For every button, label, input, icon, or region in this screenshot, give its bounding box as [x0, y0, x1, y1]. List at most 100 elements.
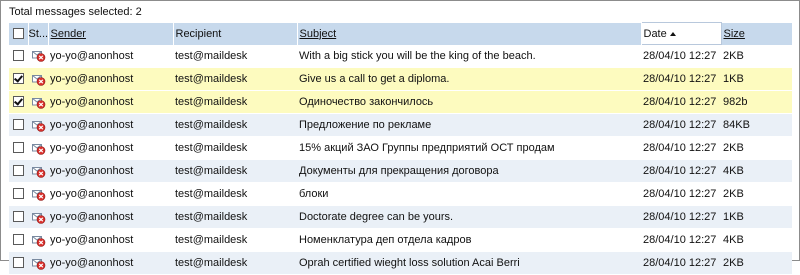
row-size: 1KB [723, 73, 744, 85]
row-subject[interactable]: Doctorate degree can be yours. [297, 206, 641, 229]
row-sender: yo-yo@anonhost [50, 257, 134, 269]
row-checkbox[interactable] [13, 73, 24, 84]
row-sender: yo-yo@anonhost [50, 165, 134, 177]
row-select-cell[interactable] [9, 45, 28, 68]
row-status-cell [28, 160, 48, 183]
table-row[interactable]: yo-yo@anonhost test@maildesk Doctorate d… [9, 205, 792, 229]
table-row[interactable]: yo-yo@anonhost test@maildesk Одиночество… [9, 90, 792, 114]
row-status-cell [28, 206, 48, 229]
row-recipient: test@maildesk [175, 96, 248, 108]
row-status-cell [28, 45, 48, 68]
row-recipient: test@maildesk [175, 49, 248, 62]
row-checkbox[interactable] [13, 165, 24, 176]
row-checkbox[interactable] [13, 188, 24, 199]
row-sender: yo-yo@anonhost [50, 119, 134, 131]
sort-by-subject-link[interactable]: Subject [300, 28, 337, 40]
column-size[interactable]: Size [721, 22, 793, 45]
row-select-cell[interactable] [9, 160, 28, 183]
table-row[interactable]: yo-yo@anonhost test@maildesk Предложение… [9, 113, 792, 137]
table-row[interactable]: yo-yo@anonhost test@maildesk Документы д… [9, 159, 792, 183]
table-row[interactable]: yo-yo@anonhost test@maildesk блоки 28/04… [9, 182, 792, 206]
row-size: 982b [723, 96, 748, 108]
row-subject[interactable]: Oprah certified wieght loss solution Aca… [297, 252, 641, 275]
row-select-cell[interactable] [9, 252, 28, 275]
row-select-cell[interactable] [9, 91, 28, 114]
sort-by-sender-link[interactable]: Sender [51, 28, 86, 40]
message-list-panel: Total messages selected: 2 St... Sender … [0, 0, 800, 275]
row-subject[interactable]: Предложение по рекламе [297, 114, 641, 137]
unread-status-icon [32, 189, 46, 204]
message-table: St... Sender Recipient Subject Date Size… [9, 22, 793, 275]
selection-summary: Total messages selected: 2 [9, 6, 142, 18]
row-status-cell [28, 252, 48, 275]
row-sender: yo-yo@anonhost [50, 188, 134, 200]
unread-status-icon [32, 97, 46, 112]
row-size: 84KB [723, 119, 750, 131]
row-size: 4KB [723, 165, 744, 177]
table-row[interactable]: yo-yo@anonhost test@maildesk With a big … [9, 44, 792, 68]
unread-status-icon [32, 143, 46, 158]
row-checkbox[interactable] [13, 119, 24, 130]
row-subject[interactable]: Give us a call to get a diploma. [297, 68, 641, 91]
sort-by-date-label[interactable]: Date [644, 28, 667, 40]
row-subject[interactable]: With a big stick you will be the king of… [297, 45, 641, 68]
table-row[interactable]: yo-yo@anonhost test@maildesk Give us a c… [9, 67, 792, 91]
sort-by-size-link[interactable]: Size [724, 28, 745, 40]
select-all-checkbox[interactable] [13, 27, 24, 39]
row-subject[interactable]: блоки [297, 183, 641, 206]
row-sender: yo-yo@anonhost [50, 49, 134, 62]
row-date: 28/04/10 12:27 [643, 96, 717, 108]
row-recipient: test@maildesk [175, 165, 248, 177]
table-row[interactable]: yo-yo@anonhost test@maildesk Номенклатур… [9, 228, 792, 252]
row-select-cell[interactable] [9, 206, 28, 229]
row-date: 28/04/10 12:27 [643, 234, 717, 246]
row-recipient: test@maildesk [175, 257, 248, 269]
row-select-cell[interactable] [9, 183, 28, 206]
row-status-cell [28, 137, 48, 160]
row-checkbox[interactable] [13, 234, 24, 245]
sort-ascending-icon [669, 31, 676, 36]
table-header-row: St... Sender Recipient Subject Date Size [9, 22, 793, 45]
row-date: 28/04/10 12:27 [643, 119, 717, 131]
row-sender: yo-yo@anonhost [50, 211, 134, 223]
row-checkbox[interactable] [13, 142, 24, 153]
row-select-cell[interactable] [9, 68, 28, 91]
row-date: 28/04/10 12:27 [643, 50, 717, 62]
row-recipient: test@maildesk [175, 73, 248, 85]
row-sender: yo-yo@anonhost [50, 234, 134, 246]
row-checkbox[interactable] [13, 96, 24, 107]
column-sender[interactable]: Sender [48, 22, 174, 45]
row-recipient: test@maildesk [175, 188, 248, 200]
row-checkbox[interactable] [13, 49, 24, 61]
row-select-cell[interactable] [9, 137, 28, 160]
row-size: 2KB [723, 188, 744, 200]
row-size: 2KB [723, 142, 744, 154]
row-status-cell [28, 68, 48, 91]
row-size: 2KB [723, 257, 744, 269]
row-date: 28/04/10 12:27 [643, 165, 717, 177]
row-recipient: test@maildesk [175, 119, 248, 131]
row-subject[interactable]: Документы для прекращения договора [297, 160, 641, 183]
row-checkbox[interactable] [13, 257, 24, 268]
row-subject[interactable]: 15% акций ЗАО Группы предприятий ОСТ про… [297, 137, 641, 160]
row-select-cell[interactable] [9, 114, 28, 137]
table-row[interactable]: yo-yo@anonhost test@maildesk Oprah certi… [9, 251, 792, 275]
row-sender: yo-yo@anonhost [50, 142, 134, 154]
row-select-cell[interactable] [9, 229, 28, 252]
row-status-cell [28, 183, 48, 206]
row-date: 28/04/10 12:27 [643, 188, 717, 200]
row-date: 28/04/10 12:27 [643, 142, 717, 154]
unread-status-icon [32, 235, 46, 250]
row-subject[interactable]: Номенклатура деп отдела кадров [297, 229, 641, 252]
unread-status-icon [32, 166, 46, 181]
row-subject[interactable]: Одиночество закончилось [297, 91, 641, 114]
row-checkbox[interactable] [13, 211, 24, 222]
column-date[interactable]: Date [640, 22, 722, 45]
row-date: 28/04/10 12:27 [643, 257, 717, 269]
row-date: 28/04/10 12:27 [643, 73, 717, 85]
row-size: 2KB [723, 49, 744, 62]
select-all-cell[interactable] [9, 22, 29, 45]
column-subject[interactable]: Subject [297, 22, 642, 45]
table-row[interactable]: yo-yo@anonhost test@maildesk 15% акций З… [9, 136, 792, 160]
unread-status-icon [32, 120, 46, 135]
